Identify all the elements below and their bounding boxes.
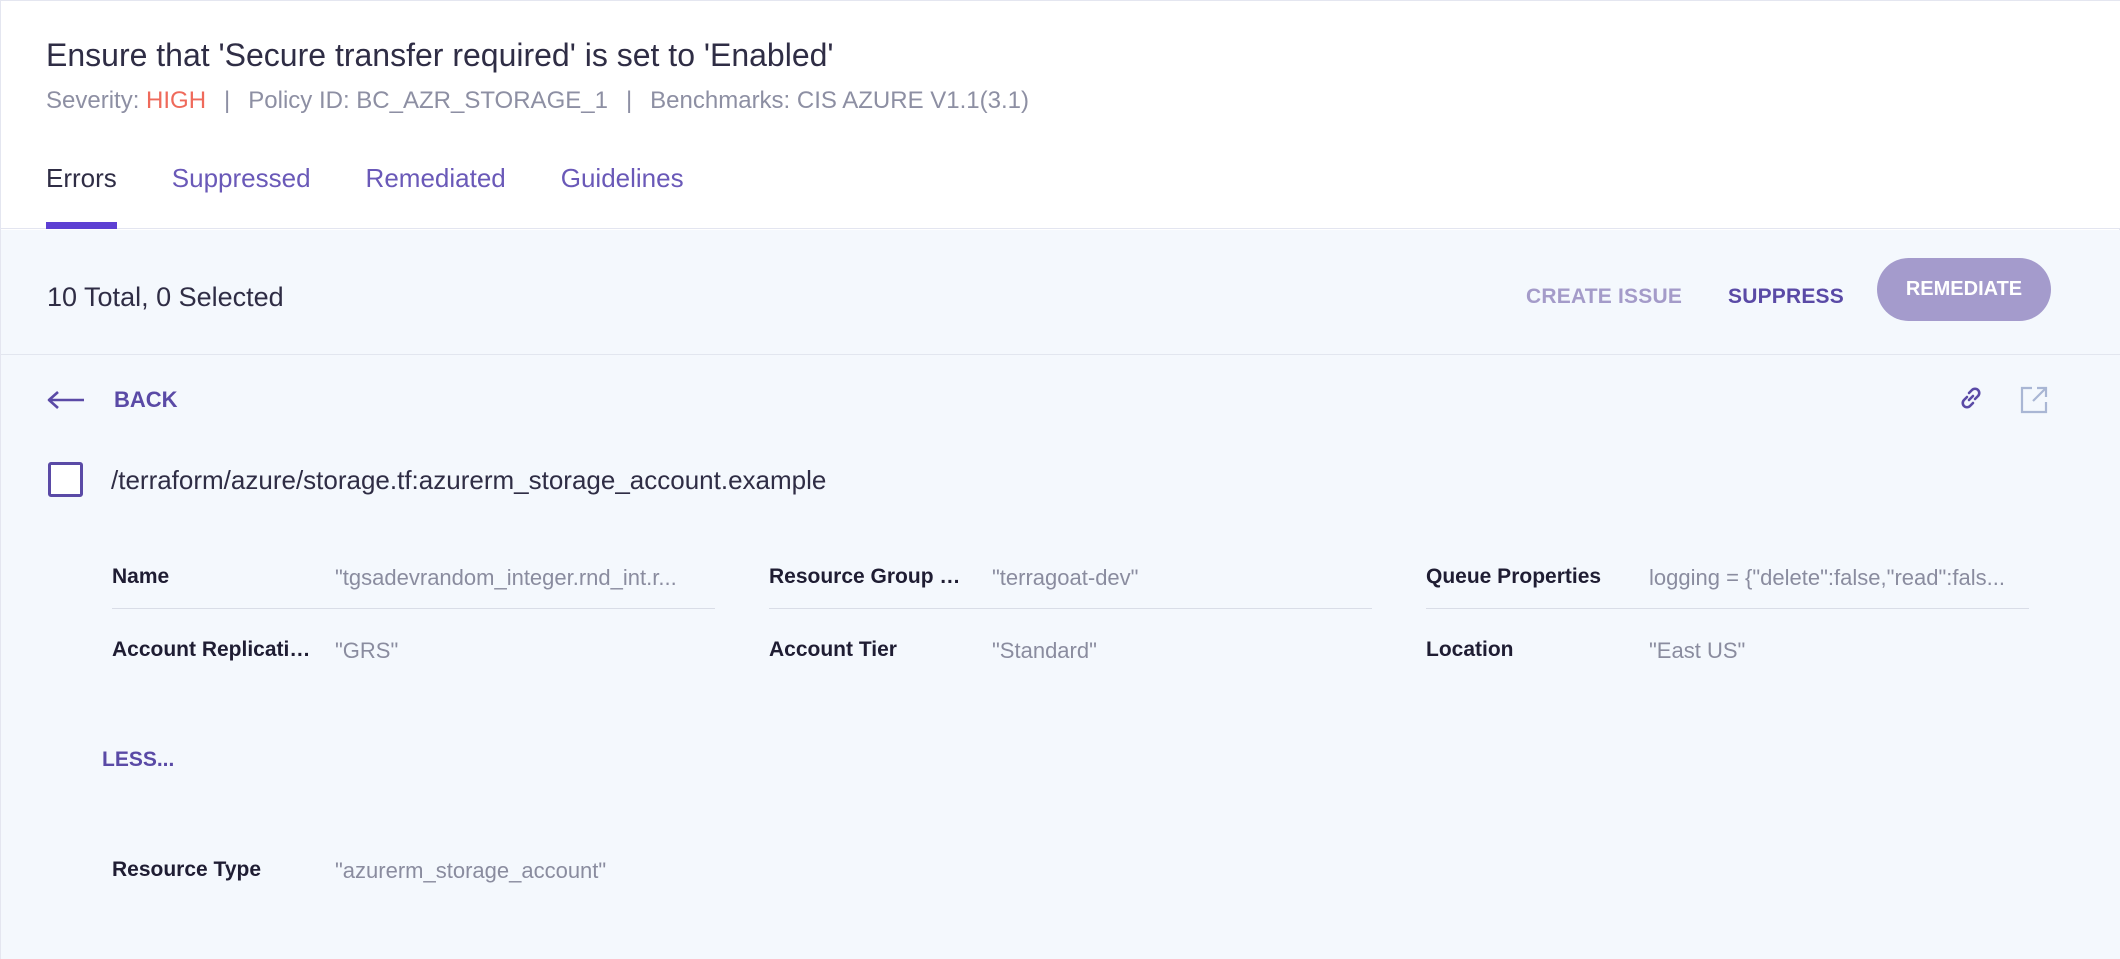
field-value: "azurerm_storage_account" [335,858,607,883]
field-queue-properties: Queue Properties logging = {"delete":fal… [1426,565,2029,609]
field-name: Name "tgsadevrandom_integer.rnd_int.r... [112,565,715,609]
row-checkbox[interactable] [48,462,83,497]
tab-guidelines[interactable]: Guidelines [561,163,684,229]
back-button[interactable]: BACK [46,380,178,420]
field-value: "terragoat-dev" [992,565,1139,590]
field-resource-type: Resource Type "azurerm_storage_account" [112,858,715,902]
field-key: Location [1426,638,1514,661]
link-icon[interactable] [1956,383,1986,413]
benchmarks: Benchmarks: CIS AZURE V1.1(3.1) [650,87,1029,114]
policy-panel: Ensure that 'Secure transfer required' i… [0,0,2120,959]
tab-suppressed[interactable]: Suppressed [172,163,311,229]
field-key: Name [112,565,170,588]
field-account-replication: Account Replicatio... "GRS" [112,638,715,682]
field-value: logging = {"delete":false,"read":fals... [1649,565,2005,590]
field-key: Account Tier [769,638,897,661]
meta-separator: | [224,87,231,114]
action-toolbar: 10 Total, 0 Selected CREATE ISSUE SUPPRE… [1,230,2120,355]
tab-bar: Errors Suppressed Remediated Guidelines [46,163,684,229]
field-value: "tgsadevrandom_integer.rnd_int.r... [335,565,677,590]
field-key: Resource Group Na... [769,565,974,588]
suppress-button[interactable]: SUPPRESS [1728,285,1844,309]
remediate-button[interactable]: REMEDIATE [1877,258,2051,321]
selection-count: 10 Total, 0 Selected [47,282,284,312]
field-value: "East US" [1649,638,1746,663]
create-issue-button[interactable]: CREATE ISSUE [1526,285,1682,309]
severity-label: Severity: [46,87,147,114]
field-key: Queue Properties [1426,565,1602,588]
policy-header: Ensure that 'Secure transfer required' i… [1,1,2120,229]
field-value: "Standard" [992,638,1097,663]
external-link-icon[interactable] [2019,385,2049,415]
resource-path: /terraform/azure/storage.tf:azurerm_stor… [111,465,827,495]
field-location: Location "East US" [1426,638,2029,682]
arrow-left-icon [46,390,86,410]
field-key: Account Replicatio... [112,638,317,661]
tab-errors[interactable]: Errors [46,163,117,229]
field-resource-group: Resource Group Na... "terragoat-dev" [769,565,1372,609]
tab-remediated[interactable]: Remediated [366,163,506,229]
less-toggle[interactable]: LESS... [102,748,174,772]
field-key: Resource Type [112,858,261,881]
policy-meta: Severity: HIGH | Policy ID: BC_AZR_STORAGE… [46,87,1029,115]
field-account-tier: Account Tier "Standard" [769,638,1372,682]
policy-id: Policy ID: BC_AZR_STORAGE_1 [248,87,608,114]
severity-badge: HIGH [146,87,207,114]
errors-content: 10 Total, 0 Selected CREATE ISSUE SUPPRE… [1,230,2120,959]
back-label: BACK [114,387,178,412]
meta-separator: | [625,87,633,114]
page-title: Ensure that 'Secure transfer required' i… [46,37,834,73]
field-value: "GRS" [335,638,399,663]
